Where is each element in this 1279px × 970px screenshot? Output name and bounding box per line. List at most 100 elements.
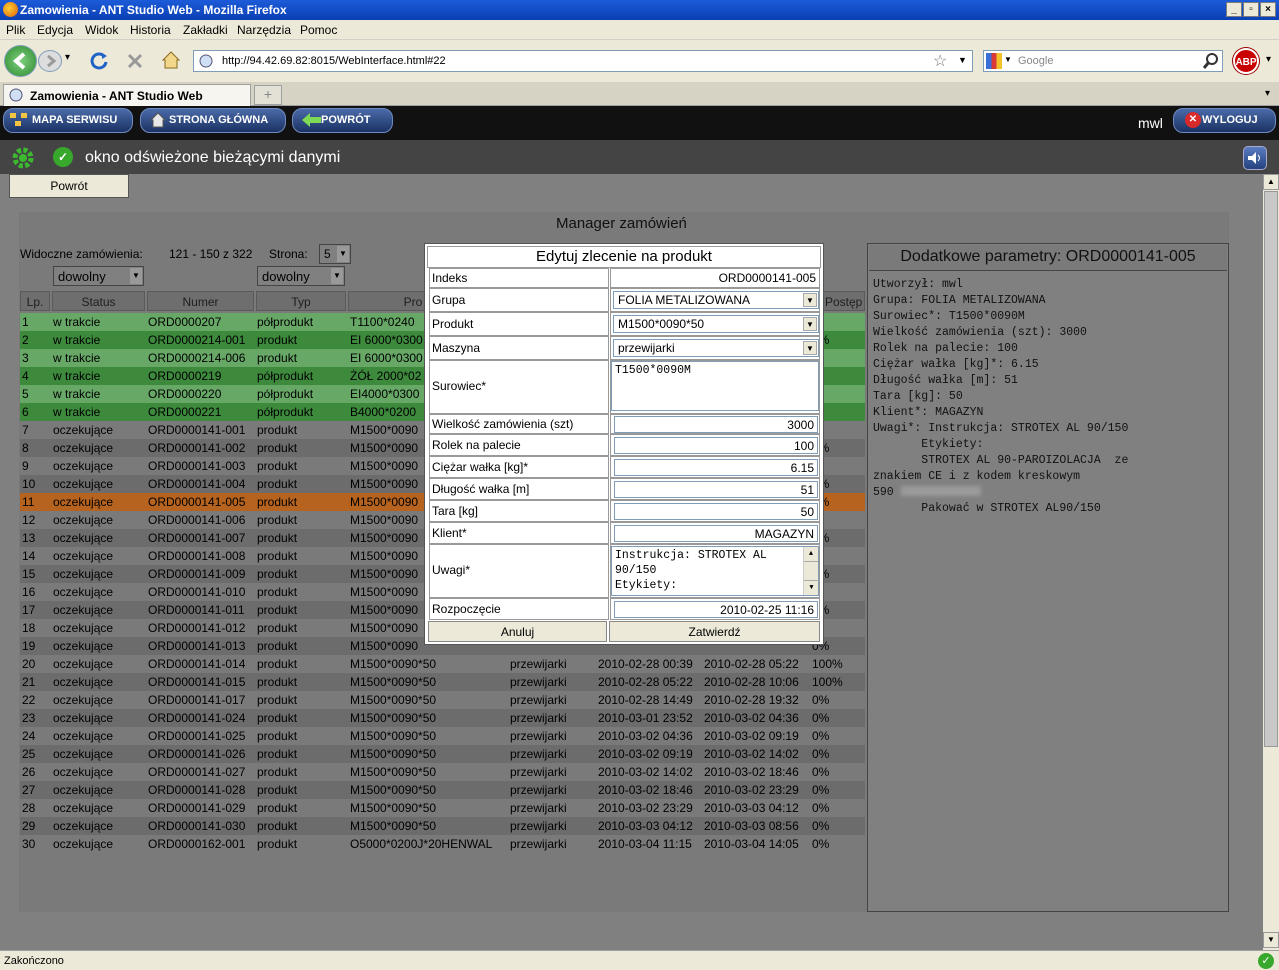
col-postep-header[interactable]: Postęp [822,291,865,311]
history-dropdown-icon[interactable]: ▾ [65,52,70,63]
uwagi-textarea[interactable]: Instrukcja: STROTEX AL 90/150 Etykiety: … [611,546,819,596]
col-lp-header[interactable]: Lp. [20,291,50,311]
gear-icon[interactable] [10,145,36,171]
col-numer-header[interactable]: Numer [147,291,254,311]
search-icon[interactable] [1202,52,1220,70]
home-icon[interactable] [160,49,182,71]
klient-input[interactable]: MAGAZYN [614,525,818,542]
table-row[interactable]: 30 oczekujące ORD0000162-001 produkt O5000*0… [20,835,865,853]
cell-lp: 3 [22,351,29,365]
maszyna-select[interactable]: przewijarki ▼ [613,339,819,357]
col-postep-label: Postęp [825,295,863,309]
toolbar-overflow-icon[interactable]: ▾ [1266,54,1271,65]
table-row[interactable]: 28 oczekujące ORD0000141-029 produkt M1500*0… [20,799,865,817]
search-input[interactable]: Google [983,50,1223,72]
menu-zakladki[interactable]: Zakładki [183,23,228,37]
menu-widok[interactable]: Widok [85,23,118,37]
status-text: Zakończono [4,955,64,967]
surowiec-label: Surowiec* [429,360,609,414]
tab-list-icon[interactable]: ▾ [1265,88,1270,99]
adblock-icon[interactable]: ABP [1233,48,1259,74]
table-row[interactable]: 26 oczekujące ORD0000141-027 produkt M1500*0… [20,763,865,781]
tab-label: Zamowienia - ANT Studio Web [30,89,203,103]
params-line: Surowiec*: T1500*0090M [873,310,1025,323]
url-input[interactable]: http://94.42.69.82:8015/WebInterface.htm… [193,50,973,72]
uwagi-scroll-down-icon[interactable]: ▼ [804,580,819,595]
scroll-up-icon[interactable]: ▲ [1263,174,1279,190]
rolek-input[interactable]: 100 [614,437,818,454]
back-icon[interactable] [4,45,37,77]
grupa-select[interactable]: FOLIA METALIZOWANA ▼ [613,291,819,309]
menu-narzedzia[interactable]: Narzędzia [237,23,291,37]
stop-icon[interactable] [124,50,146,72]
produkt-select[interactable]: M1500*0090*50 ▼ [613,315,819,333]
type-filter-value: dowolny [262,269,310,284]
params-title: Dodatkowe parametry: ORD0000141-005 [869,245,1227,271]
cell-produkt: M1500*0090*50 [350,783,437,797]
type-filter-select[interactable]: dowolny ▼ [257,266,345,286]
page-back-button[interactable]: Powrót [9,174,129,198]
close-icon[interactable]: × [1260,2,1276,17]
status-filter-select[interactable]: dowolny ▼ [53,266,144,286]
cell-postep: 0% [812,819,830,833]
page-scrollbar[interactable]: ▲ ▼ [1263,174,1279,950]
cell-status: oczekujące [53,675,114,689]
sound-icon[interactable] [1243,146,1267,170]
cell-maszyna: przewijarki [510,711,567,725]
bookmark-star-icon[interactable]: ☆ [933,51,947,71]
cell-lp: 9 [22,459,29,473]
table-row[interactable]: 23 oczekujące ORD0000141-024 produkt M1500*0… [20,709,865,727]
table-row[interactable]: 25 oczekujące ORD0000141-026 produkt M1500*0… [20,745,865,763]
cell-numer: ORD0000141-015 [148,675,246,689]
url-dropdown-icon[interactable]: ▼ [958,55,967,65]
status-filter-arrow-icon: ▼ [130,268,142,284]
minimize-icon[interactable]: _ [1226,2,1242,17]
uwagi-scrollbar[interactable]: ▲ ▼ [803,547,819,595]
menu-pomoc[interactable]: Pomoc [300,23,337,37]
wielkosc-input[interactable]: 3000 [614,416,818,433]
menu-edycja[interactable]: Edycja [37,23,73,37]
table-row[interactable]: 22 oczekujące ORD0000141-017 produkt M1500*0… [20,691,865,709]
table-row[interactable]: 20 oczekujące ORD0000141-014 produkt M1500*0… [20,655,865,673]
cell-start: 2010-03-02 18:46 [598,783,693,797]
site-identity-icon[interactable] [198,53,214,69]
scroll-down-icon[interactable]: ▼ [1263,932,1279,948]
cell-typ: półprodukt [257,369,314,383]
confirm-button[interactable]: Zatwierdź [609,621,820,642]
confirm-button-label: Zatwierdź [688,625,741,639]
page-select[interactable]: 5 ▼ [319,244,351,264]
tara-input[interactable]: 50 [614,503,818,520]
tab-zamowienia[interactable]: Zamowienia - ANT Studio Web [3,84,251,106]
cancel-button[interactable]: Anuluj [428,621,607,642]
uwagi-label: Uwagi* [429,544,609,598]
table-row[interactable]: 27 oczekujące ORD0000141-028 produkt M1500*0… [20,781,865,799]
ciezar-input[interactable]: 6.15 [614,459,818,476]
cell-numer: ORD0000141-011 [148,603,245,617]
cell-numer: ORD0000214-006 [148,351,246,365]
search-engine-dropdown-icon[interactable]: ▼ [1004,55,1012,64]
forward-icon[interactable] [38,50,62,72]
dlugosc-input[interactable]: 51 [614,481,818,498]
wielkosc-label: Wielkość zamówienia (szt) [429,414,609,434]
google-icon[interactable] [986,53,1002,69]
menu-plik[interactable]: Plik [6,23,25,37]
scroll-thumb[interactable] [1264,191,1278,747]
col-status-header[interactable]: Status [52,291,145,311]
col-typ-header[interactable]: Typ [256,291,346,311]
cell-lp: 19 [22,639,36,653]
new-tab-icon[interactable]: + [254,85,282,105]
ciezar-cell: 6.15 [610,456,820,478]
menu-historia[interactable]: Historia [130,23,171,37]
uwagi-scroll-up-icon[interactable]: ▲ [804,547,818,562]
maximize-icon[interactable]: ▫ [1243,2,1259,17]
start-input[interactable]: 2010-02-25 11:16 [614,601,818,618]
table-row[interactable]: 21 oczekujące ORD0000141-015 produkt M1500*0… [20,673,865,691]
cell-typ: produkt [257,459,298,473]
reload-icon[interactable] [88,50,110,72]
table-row[interactable]: 24 oczekujące ORD0000141-025 produkt M1500*0… [20,727,865,745]
cell-typ: produkt [257,657,298,671]
cell-status: oczekujące [53,441,114,455]
surowiec-textarea[interactable]: T1500*0090M [611,361,819,411]
table-row[interactable]: 29 oczekujące ORD0000141-030 produkt M1500*0… [20,817,865,835]
cell-status: oczekujące [53,459,114,473]
